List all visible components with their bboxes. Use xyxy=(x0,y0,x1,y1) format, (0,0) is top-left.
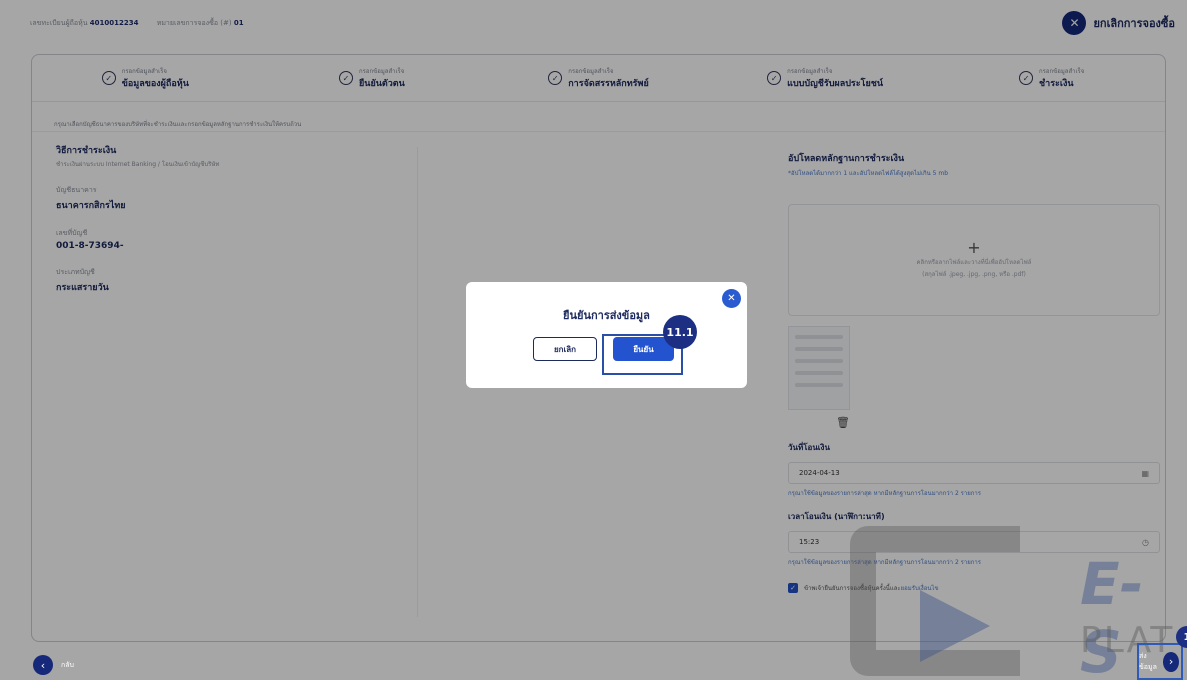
submit-data-button[interactable]: ส่งข้อมูล › xyxy=(1137,643,1183,680)
close-icon[interactable]: ✕ xyxy=(722,289,741,308)
cancel-button[interactable]: ยกเลิก xyxy=(533,337,597,361)
step-badge: 11.1 xyxy=(663,315,697,349)
back-button[interactable]: ‹ กลับ xyxy=(33,655,74,675)
payment-page: เลขทะเบียนผู้ถือหุ้น 4010012234 หมายเลขก… xyxy=(0,0,1187,680)
dialog-title: ยืนยันการส่งข้อมูล xyxy=(563,309,650,322)
confirm-dialog: ยืนยันการส่งข้อมูล ✕ ยกเลิก ยืนยัน 11.1 xyxy=(466,282,747,388)
chevron-right-icon: › xyxy=(1163,651,1179,672)
chevron-left-icon: ‹ xyxy=(33,655,53,675)
